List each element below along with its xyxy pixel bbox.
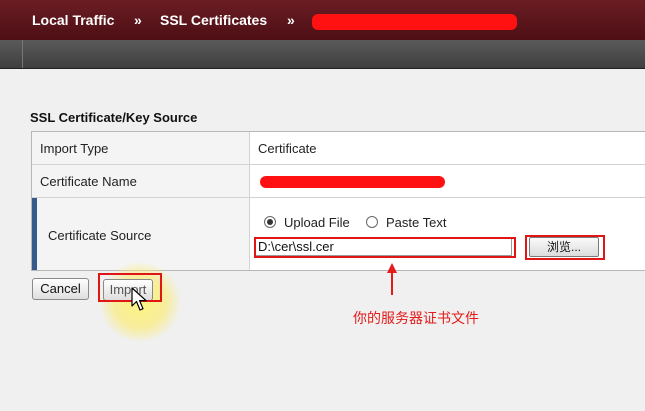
import-type-value-cell: Certificate [250, 132, 645, 164]
cert-name-label-cell: Certificate Name [32, 165, 250, 197]
breadcrumb-ssl-certificates[interactable]: SSL Certificates [160, 12, 267, 28]
paste-text-radio[interactable] [366, 216, 378, 228]
breadcrumb-bar: Local Traffic » SSL Certificates » [0, 0, 645, 41]
annotation-box-file [254, 237, 516, 258]
cert-name-value-cell [250, 165, 645, 197]
cert-source-label: Certificate Source [48, 228, 152, 243]
breadcrumb-separator-2: » [287, 12, 295, 28]
row-certificate-name: Certificate Name [32, 165, 645, 198]
row-import-type: Import Type Certificate [32, 132, 645, 165]
section-title: SSL Certificate/Key Source [30, 110, 198, 125]
upload-file-radio[interactable] [264, 216, 276, 228]
import-type-value: Certificate [258, 141, 317, 156]
paste-text-label[interactable]: Paste Text [386, 215, 446, 230]
upload-file-label[interactable]: Upload File [284, 215, 350, 230]
cancel-button[interactable]: Cancel [32, 278, 89, 300]
mouse-cursor-icon [131, 287, 147, 311]
toolbar-strip [0, 40, 645, 69]
annotation-text: 你的服务器证书文件 [353, 310, 479, 326]
redaction-mark [312, 14, 517, 30]
redaction-mark [260, 176, 445, 188]
toolbar-divider [22, 40, 23, 68]
import-type-label: Import Type [40, 141, 109, 156]
breadcrumb-local-traffic[interactable]: Local Traffic [32, 12, 114, 28]
cert-source-label-cell: Certificate Source [32, 198, 250, 270]
arrow-up-icon [387, 263, 397, 295]
cert-name-label: Certificate Name [40, 174, 137, 189]
annotation-box-browse [525, 235, 605, 260]
annotation-box-import [98, 273, 162, 302]
selected-row-accent [32, 198, 37, 270]
breadcrumb-separator: » [134, 12, 142, 28]
import-type-label-cell: Import Type [32, 132, 250, 164]
